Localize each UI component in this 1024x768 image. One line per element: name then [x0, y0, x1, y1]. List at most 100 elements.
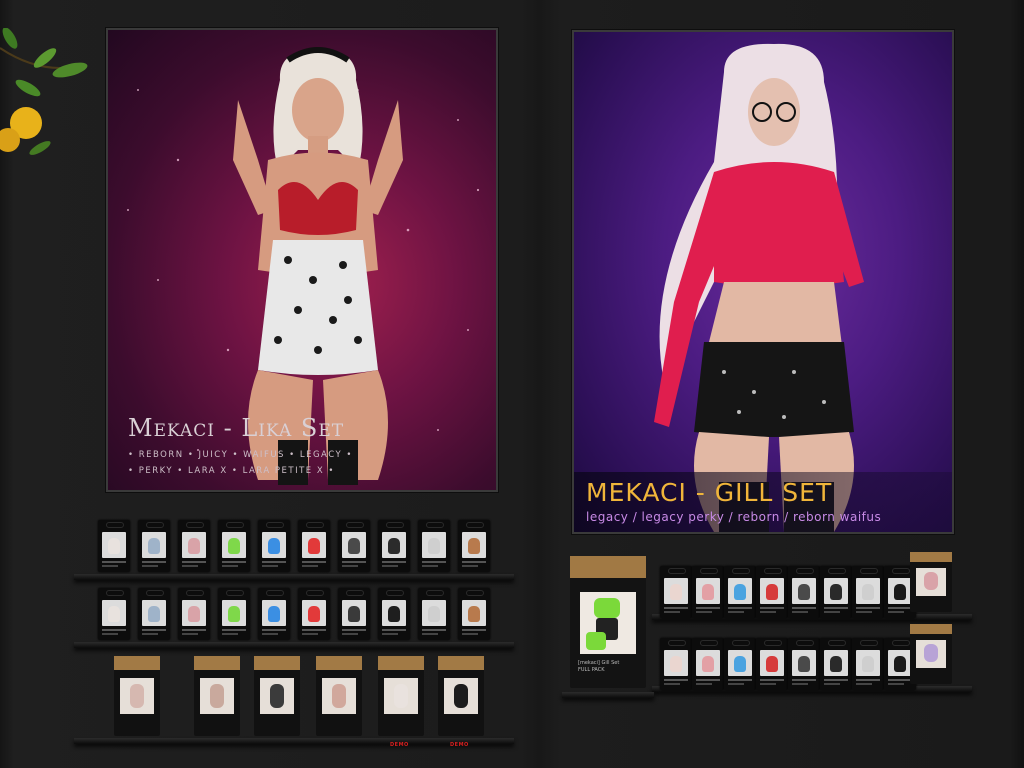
gill-row1-vendor-box[interactable]	[852, 566, 884, 618]
lika-row1-vendor-box[interactable]	[178, 520, 210, 572]
lika-row1-vendor-box[interactable]	[258, 520, 290, 572]
lika-fatpack-vendor[interactable]	[316, 656, 362, 736]
label-line	[262, 633, 278, 635]
label-line	[824, 679, 848, 681]
gill-fatpack-top[interactable]	[910, 552, 952, 612]
hanger	[306, 590, 324, 596]
hanger	[700, 568, 718, 574]
gill-row2-vendor-box[interactable]	[820, 638, 852, 690]
label-line	[302, 633, 318, 635]
gill-row1-vendor-box[interactable]	[692, 566, 724, 618]
gill-row1-vendor-box[interactable]	[756, 566, 788, 618]
hanger	[266, 522, 284, 528]
lika-row1-vendor-box[interactable]	[458, 520, 490, 572]
label-line	[422, 565, 438, 567]
poster-lika-set[interactable]: Mekaci - Lika Set • REBORN • JUICY • WAI…	[106, 28, 498, 492]
label-line	[302, 629, 326, 631]
gill-fullpack-vendor[interactable]: [mekaci] Gill Set FULL PACK	[570, 556, 646, 688]
item-preview	[664, 650, 688, 676]
demo-label: DEMO	[450, 742, 469, 748]
lika-fatpack-vendor[interactable]	[438, 656, 484, 736]
item-preview	[382, 532, 406, 558]
label-line	[792, 611, 808, 613]
hanger	[860, 640, 878, 646]
label-line	[462, 629, 486, 631]
item-preview	[856, 578, 880, 604]
hanger	[386, 522, 404, 528]
lika-row2-vendor-box[interactable]	[418, 588, 450, 640]
item-preview	[302, 600, 326, 626]
box-cap	[316, 656, 362, 670]
lemon-plant-decoration	[0, 28, 88, 155]
lika-row2-vendor-box[interactable]	[98, 588, 130, 640]
label-line	[824, 607, 848, 609]
lika-row1-vendor-box[interactable]	[378, 520, 410, 572]
lika-row2-vendor-box[interactable]	[298, 588, 330, 640]
lika-row2-vendor-box[interactable]	[458, 588, 490, 640]
lika-row1-vendor-box[interactable]	[218, 520, 250, 572]
box-cap	[378, 656, 424, 670]
item-preview	[200, 678, 234, 714]
item-preview	[792, 650, 816, 676]
box-cap	[438, 656, 484, 670]
lika-row1-vendor-box[interactable]	[138, 520, 170, 572]
lika-row2-vendor-box[interactable]	[138, 588, 170, 640]
label-line	[182, 629, 206, 631]
lika-row2-vendor-box[interactable]	[338, 588, 370, 640]
hanger	[146, 590, 164, 596]
gill-bodies: legacy / legacy perky / reborn / reborn …	[586, 510, 882, 524]
lika-fatpack-vendor[interactable]	[114, 656, 160, 736]
hanger	[892, 568, 910, 574]
lika-row2-vendor-box[interactable]	[178, 588, 210, 640]
label-line	[856, 683, 872, 685]
lika-row1-vendor-box[interactable]	[338, 520, 370, 572]
gill-row2-vendor-box[interactable]	[852, 638, 884, 690]
gill-fatpack-bottom[interactable]	[910, 624, 952, 684]
hanger	[306, 522, 324, 528]
lika-row2-vendor-box[interactable]	[218, 588, 250, 640]
fullpack-name: [mekaci] Gill Set	[578, 660, 620, 666]
lika-fatpack-vendor[interactable]	[254, 656, 300, 736]
lika-row1-vendor-box[interactable]	[98, 520, 130, 572]
label-line	[382, 633, 398, 635]
gill-row1-vendor-box[interactable]	[788, 566, 820, 618]
label-line	[142, 561, 166, 563]
lika-row2-vendor-box[interactable]	[378, 588, 410, 640]
hanger	[266, 590, 284, 596]
item-preview	[384, 678, 418, 714]
item-preview	[696, 578, 720, 604]
gill-row2-vendor-box[interactable]	[788, 638, 820, 690]
lika-row2-vendor-box[interactable]	[258, 588, 290, 640]
lika-fatpack-vendor[interactable]	[378, 656, 424, 736]
box-cap	[194, 656, 240, 670]
gill-row2-vendor-box[interactable]	[660, 638, 692, 690]
gill-shelf-fullpack	[562, 692, 654, 698]
gill-row2-vendor-box[interactable]	[692, 638, 724, 690]
lika-row1-vendor-box[interactable]	[298, 520, 330, 572]
gill-row2-vendor-box[interactable]	[724, 638, 756, 690]
label-line	[342, 565, 358, 567]
hanger	[860, 568, 878, 574]
label-line	[182, 561, 206, 563]
lika-row1-vendor-box[interactable]	[418, 520, 450, 572]
gill-row1-vendor-box[interactable]	[660, 566, 692, 618]
label-line	[102, 629, 126, 631]
item-preview	[342, 532, 366, 558]
hanger	[426, 522, 444, 528]
lika-fatpack-vendor[interactable]	[194, 656, 240, 736]
item-preview	[142, 532, 166, 558]
label-line	[182, 633, 198, 635]
poster-gill-set[interactable]: MEKACI - GILL SET legacy / legacy perky …	[572, 30, 954, 534]
label-line	[222, 561, 246, 563]
item-preview	[728, 650, 752, 676]
hanger	[226, 522, 244, 528]
hanger	[700, 640, 718, 646]
gill-row1-vendor-box[interactable]	[820, 566, 852, 618]
hanger	[668, 640, 686, 646]
gill-row1-vendor-box[interactable]	[724, 566, 756, 618]
item-preview	[760, 650, 784, 676]
gill-row2-vendor-box[interactable]	[756, 638, 788, 690]
label-line	[422, 629, 446, 631]
item-preview	[262, 600, 286, 626]
item-preview	[322, 678, 356, 714]
